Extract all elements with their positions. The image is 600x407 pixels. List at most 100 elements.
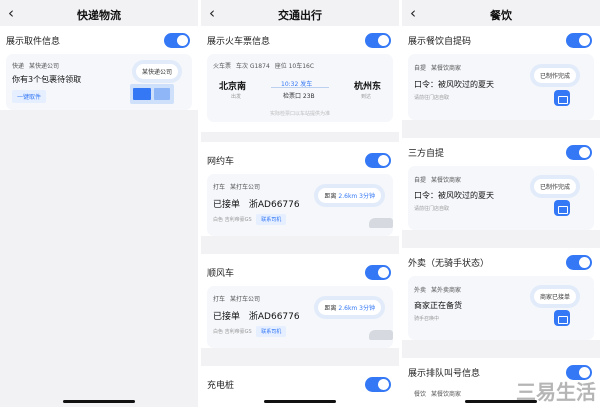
ride-section: 网约车 打车 某打车公司 已接单 浙AD66776 白色 吉利帝豪GS 联系司机… (201, 142, 399, 236)
express-screen: ‹ 快递物流 展示取件信息 快递 某快递公司 你有3个包裹待领取 一键取件 某快… (0, 0, 198, 407)
ride-company: 某打车公司 (229, 184, 260, 191)
takeout-toggle-label: 外卖（无骑手状态） (408, 258, 490, 269)
hitch-card[interactable]: 打车 某打车公司 已接单 浙AD66776 白色 吉利帝豪GS 联系司机 距离 … (207, 286, 393, 348)
express-section: 展示取件信息 快递 某快递公司 你有3个包裹待领取 一键取件 某快递公司 (0, 26, 198, 110)
car-icon (369, 330, 393, 340)
section-gap (402, 238, 600, 248)
hitch-company: 某打车公司 (229, 296, 260, 303)
hitch-distance: 2.6km 3分钟 (338, 305, 375, 312)
train-note: 实际检票口以车站提供为准 (269, 111, 330, 117)
package-locker-icon (130, 84, 174, 104)
third-status-badge: 已制作完成 (533, 179, 576, 194)
page-title: 交通出行 (278, 9, 322, 22)
charging-toggle-label: 充电桩 (207, 380, 235, 391)
ride-card[interactable]: 打车 某打车公司 已接单 浙AD66776 白色 吉利帝豪GS 联系司机 距离 … (207, 174, 393, 236)
page-title: 餐饮 (490, 9, 512, 22)
queue-toggle-label: 展示排队叫号信息 (408, 368, 481, 379)
section-gap (402, 128, 600, 138)
third-store: 某餐饮商家 (430, 177, 461, 184)
section-gap (201, 244, 399, 254)
takeout-store: 某外卖商家 (430, 287, 461, 294)
train-card[interactable]: 火车票 车次 G1874 座位 10车16C 北京南 出发 10:32 发车 检… (207, 54, 393, 122)
hitch-distance-badge: 距离 2.6km 3分钟 (318, 300, 381, 315)
shopping-bag-icon (554, 90, 570, 106)
ride-type: 打车 (213, 184, 226, 191)
hitch-distance-label: 距离 (324, 305, 337, 312)
hitch-toggle-label: 顺风车 (207, 268, 235, 279)
ride-car: 白色 吉利帝豪GS (213, 217, 252, 223)
train-section: 展示火车票信息 火车票 车次 G1874 座位 10车16C 北京南 出发 10… (201, 26, 399, 132)
queue-type: 餐饮 (414, 391, 427, 398)
hitch-section: 顺风车 打车 某打车公司 已接单 浙AD66776 白色 吉利帝豪GS 联系司机… (201, 254, 399, 348)
express-company: 某快递公司 (28, 63, 59, 70)
hitch-toggle[interactable] (365, 264, 391, 280)
pickup-section: 展示餐饮自提码 自提 某餐饮商家 口令：被风吹过的夏天 请前往门店自取 已制作完… (402, 26, 600, 120)
third-code: 口令：被风吹过的夏天 (414, 191, 494, 200)
home-indicator (264, 400, 336, 403)
takeout-sub: 骑手召唤中 (414, 316, 440, 322)
train-from: 北京南 (219, 82, 247, 92)
express-company-badge: 某快递公司 (135, 64, 178, 79)
takeout-status-badge: 商家已接单 (533, 289, 576, 304)
train-to-sub: 到达 (360, 94, 371, 100)
ride-distance-label: 距离 (324, 193, 337, 200)
train-route-line (271, 87, 329, 88)
contact-driver-button[interactable]: 联系司机 (256, 214, 287, 225)
train-seat: 座位 10车16C (274, 63, 315, 70)
ride-distance: 2.6km 3分钟 (338, 193, 375, 200)
express-message: 你有3个包裹待领取 (12, 75, 82, 84)
third-sub: 请前往门店自取 (414, 206, 450, 212)
train-number: 车次 G1874 (235, 63, 270, 70)
queue-store: 某餐饮商家 (430, 391, 461, 398)
third-toggle-label: 三方自提 (408, 148, 445, 159)
charging-toggle[interactable] (365, 376, 391, 392)
contact-driver-button[interactable]: 联系司机 (256, 326, 287, 337)
takeout-section: 外卖（无骑手状态） 外卖 某外卖商家 商家正在备货 骑手召唤中 商家已接单 (402, 248, 600, 340)
train-toggle-label: 展示火车票信息 (207, 36, 271, 47)
train-gate: 检票口 23B (283, 93, 315, 100)
takeout-status: 商家正在备货 (414, 301, 462, 310)
pickup-toggle[interactable] (566, 32, 592, 48)
express-type: 快递 (12, 63, 25, 70)
pickup-sub: 请前往门店自取 (414, 95, 450, 101)
ride-toggle[interactable] (365, 152, 391, 168)
pickup-toggle-label: 展示餐饮自提码 (408, 36, 472, 47)
ride-status: 已接单 (213, 200, 241, 210)
shopping-bag-icon (554, 200, 570, 216)
ride-distance-badge: 距离 2.6km 3分钟 (318, 188, 381, 203)
ride-toggle-label: 网约车 (207, 156, 235, 167)
express-toggle-label: 展示取件信息 (6, 36, 61, 47)
home-indicator (63, 400, 135, 403)
takeout-card[interactable]: 外卖 某外卖商家 商家正在备货 骑手召唤中 商家已接单 (408, 276, 594, 340)
third-card[interactable]: 自提 某餐饮商家 口令：被风吹过的夏天 请前往门店自取 已制作完成 (408, 166, 594, 230)
takeout-type: 外卖 (414, 287, 427, 294)
pickup-type: 自提 (414, 65, 427, 72)
train-type: 火车票 (213, 63, 232, 70)
express-card[interactable]: 快递 某快递公司 你有3个包裹待领取 一键取件 某快递公司 (6, 54, 192, 110)
third-section: 三方自提 自提 某餐饮商家 口令：被风吹过的夏天 请前往门店自取 已制作完成 (402, 138, 600, 230)
car-icon (369, 218, 393, 228)
pickup-status-badge: 已制作完成 (533, 68, 576, 83)
dining-topbar: ‹ 餐饮 (402, 0, 600, 26)
pickup-store: 某餐饮商家 (430, 65, 461, 72)
ride-plate: 浙AD66776 (248, 200, 300, 210)
hitch-plate: 浙AD66776 (248, 312, 300, 322)
pickup-code: 口令：被风吹过的夏天 (414, 80, 494, 89)
takeout-toggle[interactable] (566, 254, 592, 270)
pickup-card[interactable]: 自提 某餐饮商家 口令：被风吹过的夏天 请前往门店自取 已制作完成 (408, 54, 594, 120)
transport-topbar: ‹ 交通出行 (201, 0, 399, 26)
hitch-type: 打车 (213, 296, 226, 303)
train-toggle[interactable] (365, 32, 391, 48)
shopping-bag-icon (554, 310, 570, 326)
express-topbar: ‹ 快递物流 (0, 0, 198, 26)
section-gap (201, 356, 399, 366)
home-indicator (465, 400, 537, 403)
pickup-all-button[interactable]: 一键取件 (12, 90, 47, 103)
third-toggle[interactable] (566, 144, 592, 160)
section-gap (201, 132, 399, 142)
hitch-car: 白色 吉利帝豪GS (213, 329, 252, 335)
hitch-status: 已接单 (213, 312, 241, 322)
express-toggle[interactable] (164, 32, 190, 48)
train-from-sub: 出发 (231, 94, 242, 100)
transport-screen: ‹ 交通出行 展示火车票信息 火车票 车次 G1874 座位 10车16C 北京… (201, 0, 399, 407)
